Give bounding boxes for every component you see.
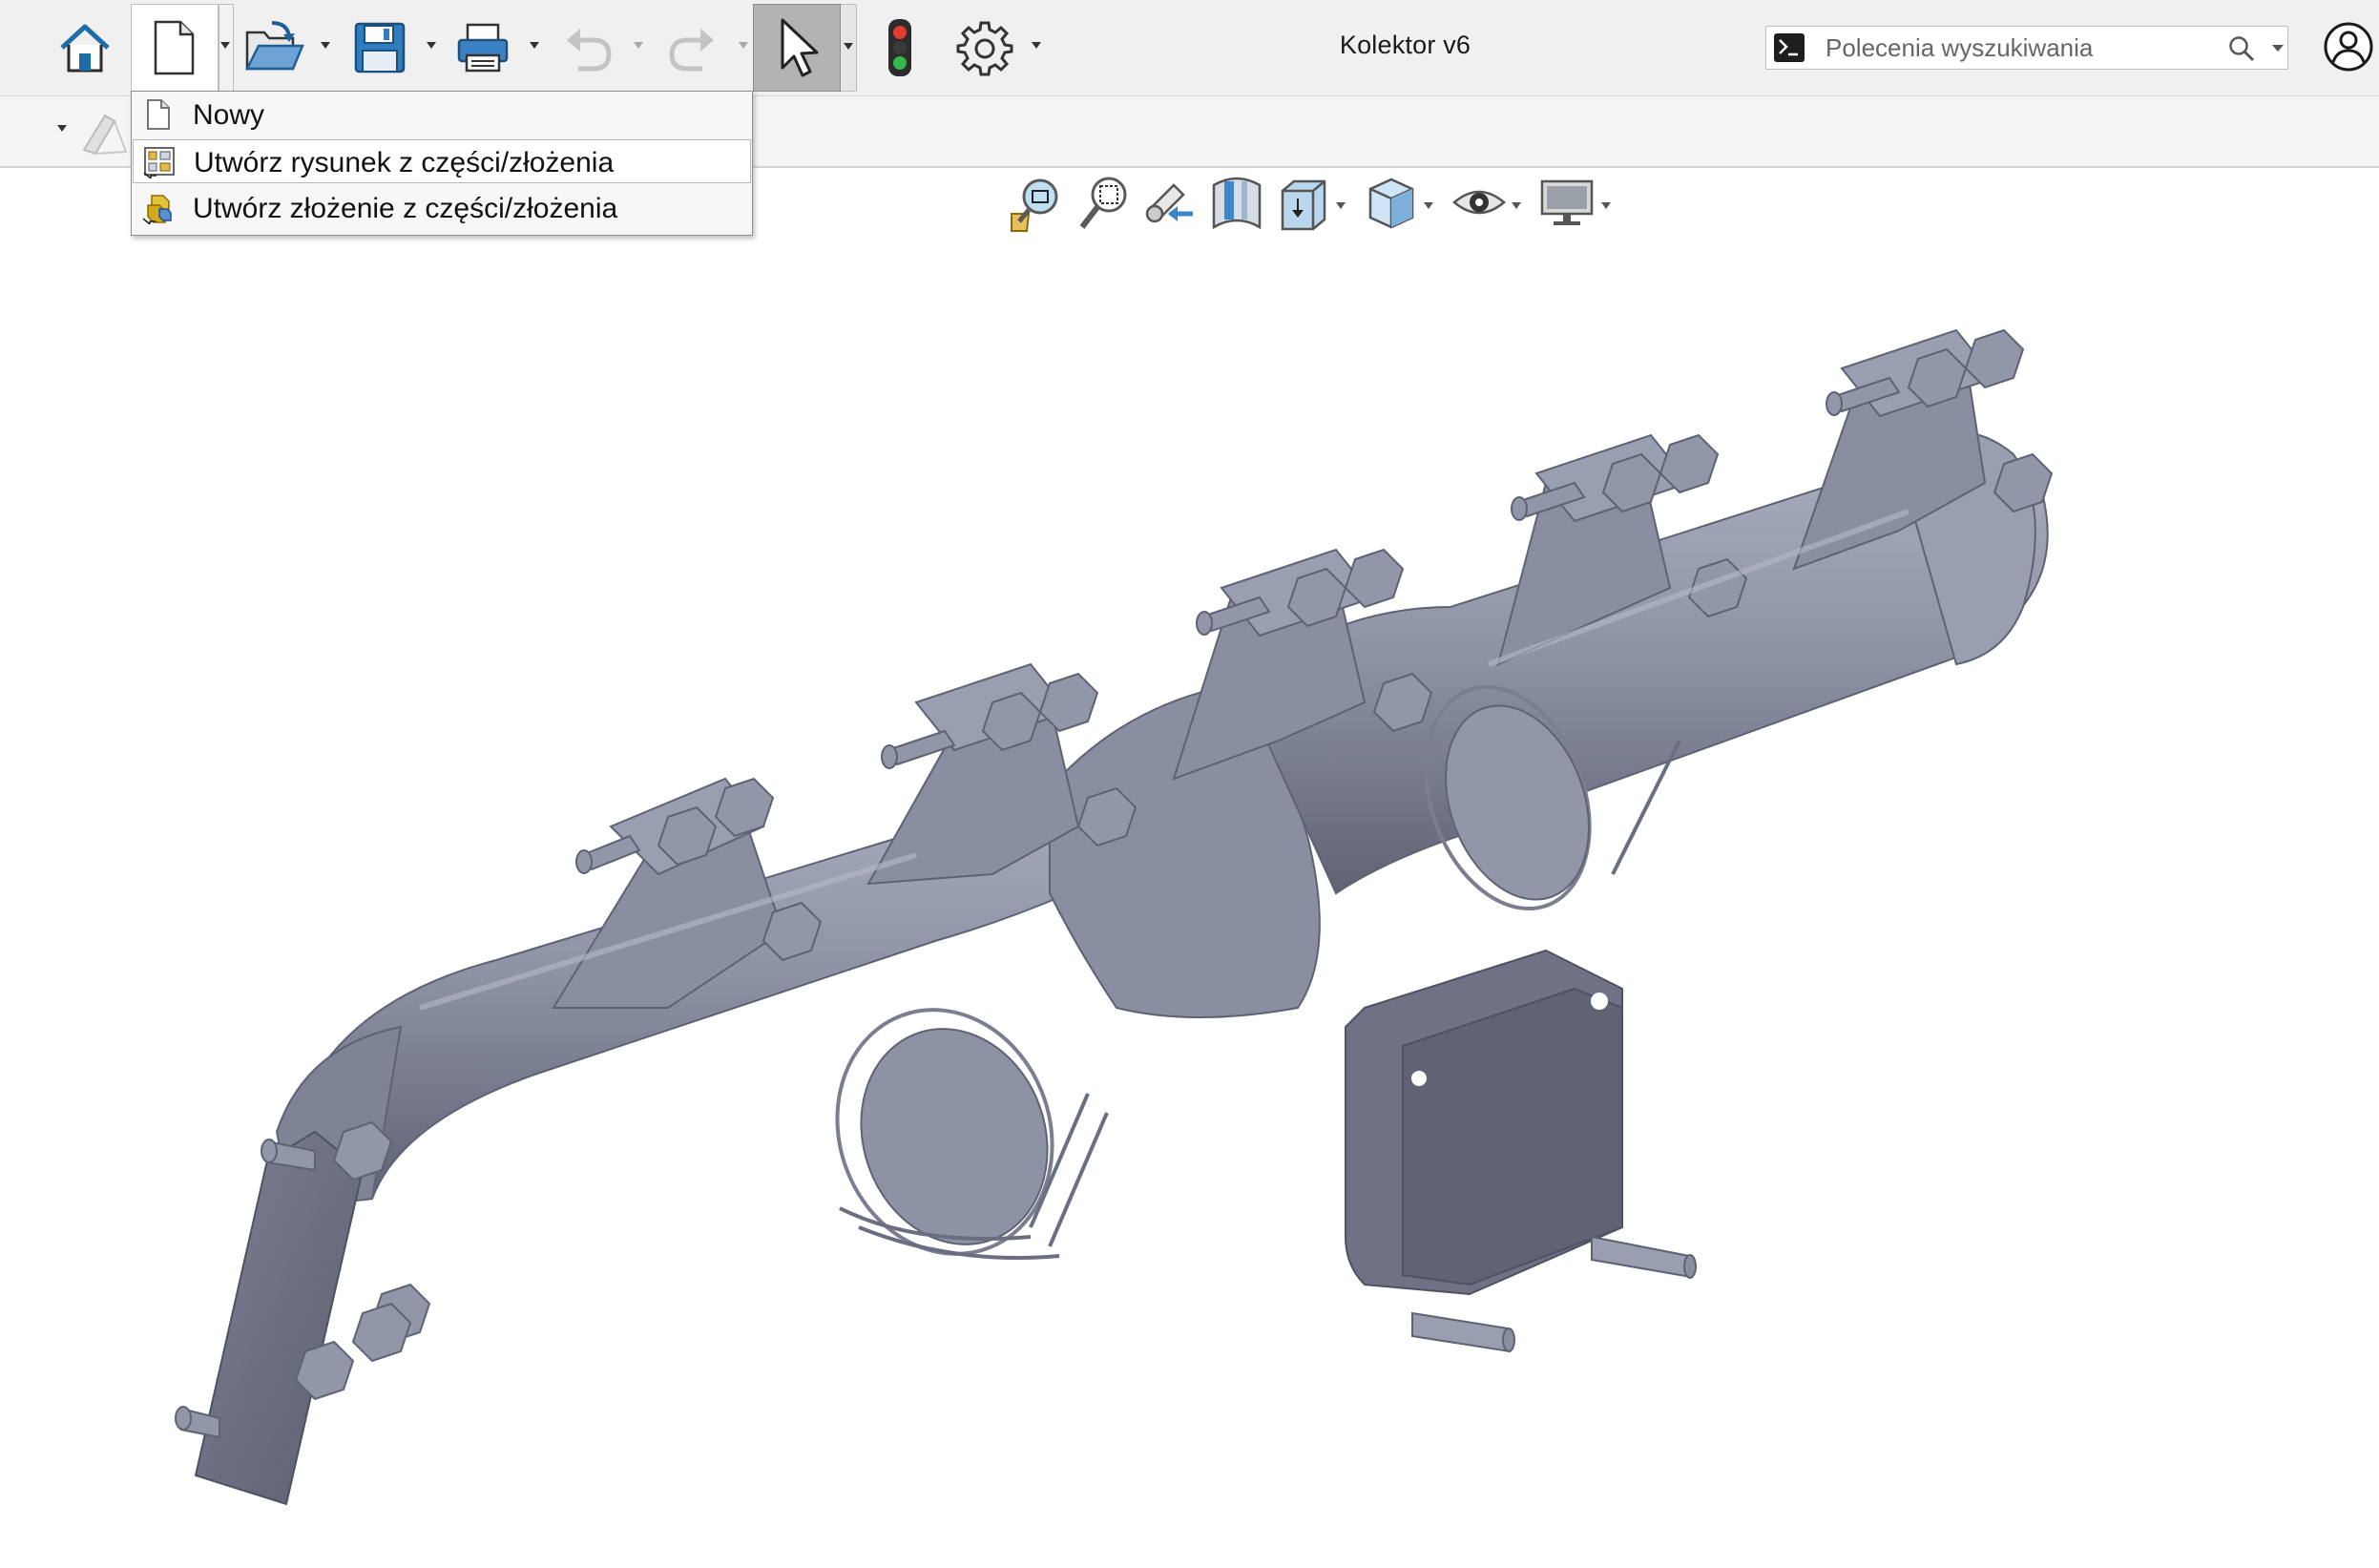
menu-item-new[interactable]: Nowy <box>133 93 751 136</box>
print-dropdown-caret[interactable] <box>530 42 539 50</box>
open-button[interactable] <box>240 10 309 86</box>
feature-tool-icon[interactable] <box>76 104 134 161</box>
command-manager-caret[interactable] <box>57 125 67 133</box>
document-title: Kolektor v6 <box>1339 31 1471 59</box>
new-dropdown-menu: Nowy Utwórz rysunek z części/złożenia Ut… <box>131 91 753 236</box>
new-button[interactable] <box>139 10 208 86</box>
select-button[interactable] <box>753 4 841 92</box>
redo-icon <box>669 29 714 72</box>
save-dropdown-caret[interactable] <box>427 42 436 50</box>
undo-icon <box>567 29 612 72</box>
printer-icon <box>457 23 509 73</box>
menu-item-label: Utwórz rysunek z części/złożenia <box>194 147 615 178</box>
rebuild-button[interactable] <box>868 10 931 86</box>
redo-button[interactable] <box>658 10 727 86</box>
cursor-arrow-icon <box>781 18 819 77</box>
graphics-area[interactable] <box>0 168 2379 1568</box>
options-dropdown-caret[interactable] <box>1032 42 1041 50</box>
print-button[interactable] <box>449 10 517 86</box>
search-icon[interactable] <box>2228 35 2255 62</box>
blank-document-icon <box>147 99 170 130</box>
exhaust-manifold-model[interactable] <box>0 168 2379 1568</box>
make-assembly-icon <box>142 195 172 224</box>
gear-icon <box>956 21 1013 76</box>
undo-dropdown-caret[interactable] <box>634 42 643 50</box>
search-dropdown-caret[interactable] <box>2272 45 2284 52</box>
open-folder-icon <box>244 21 304 71</box>
traffic-light-icon <box>888 19 911 76</box>
menu-item-make-assembly[interactable]: Utwórz złożenie z części/złożenia <box>133 186 751 230</box>
menu-item-make-drawing[interactable]: Utwórz rysunek z części/złożenia <box>133 139 751 183</box>
options-button[interactable] <box>950 10 1019 86</box>
title-bar: Kolektor v6 <box>0 0 2379 96</box>
new-document-icon <box>154 20 195 75</box>
make-drawing-icon <box>143 147 175 178</box>
home-icon <box>60 24 110 73</box>
undo-button[interactable] <box>553 10 622 86</box>
home-button[interactable] <box>53 10 116 86</box>
menu-item-label: Utwórz złożenie z części/złożenia <box>193 193 618 224</box>
save-disk-icon <box>354 22 406 73</box>
open-dropdown-caret[interactable] <box>321 42 330 50</box>
new-dropdown-caret[interactable] <box>220 42 230 50</box>
terminal-icon <box>1774 33 1805 62</box>
redo-dropdown-caret[interactable] <box>739 42 748 50</box>
menu-item-label: Nowy <box>193 99 265 131</box>
user-account-icon[interactable] <box>2323 21 2374 73</box>
search-input[interactable] <box>1826 32 2188 63</box>
select-dropdown-caret[interactable] <box>841 4 857 92</box>
save-button[interactable] <box>345 10 414 86</box>
command-search[interactable] <box>1765 26 2288 70</box>
